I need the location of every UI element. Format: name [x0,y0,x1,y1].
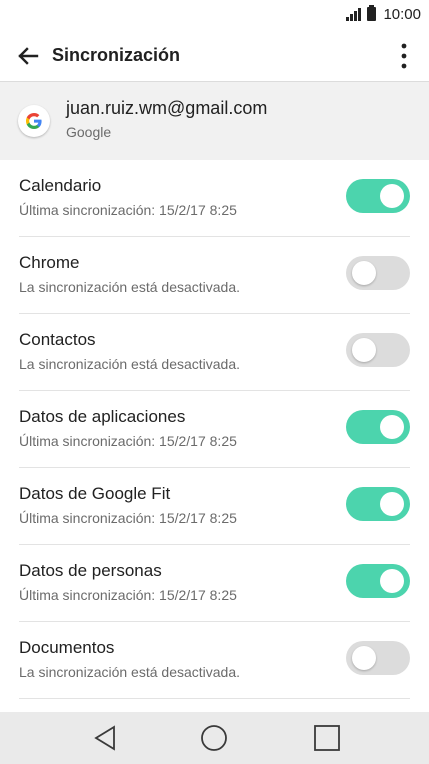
page-title: Sincronización [52,45,181,65]
sync-item-status: Última sincronización: 15/2/17 8:25 [19,587,237,603]
toggle-knob [352,646,376,670]
sync-list: Calendario Última sincronización: 15/2/1… [0,160,429,699]
sync-toggle[interactable] [346,179,410,213]
toggle-knob [380,415,404,439]
toggle-knob [352,261,376,285]
square-recents-icon [314,725,340,751]
sync-item-status: La sincronización está desactivada. [19,279,241,295]
triangle-back-icon [94,725,115,751]
sync-item-documentos[interactable]: Documentos La sincronización está desact… [19,622,410,699]
sync-item-title: Chrome [19,253,80,272]
toggle-knob [380,569,404,593]
sync-item-chrome[interactable]: Chrome La sincronización está desactivad… [19,237,410,314]
toggle-knob [352,338,376,362]
sync-item-status: La sincronización está desactivada. [19,356,241,372]
sync-item-datos-aplicaciones[interactable]: Datos de aplicaciones Última sincronizac… [19,391,410,468]
google-logo-icon [18,105,50,137]
status-bar: 10:00 [0,0,429,28]
sync-item-datos-personas[interactable]: Datos de personas Última sincronización:… [19,545,410,622]
sync-item-status: Última sincronización: 15/2/17 8:25 [19,202,237,218]
toggle-knob [380,492,404,516]
sync-item-status: Última sincronización: 15/2/17 8:25 [19,433,237,449]
nav-home-button[interactable] [196,720,232,756]
nav-back-button[interactable] [88,720,124,756]
more-vertical-icon [401,43,407,69]
arrow-left-icon [18,47,39,65]
sync-item-status: La sincronización está desactivada. [19,664,241,680]
nav-recents-button[interactable] [309,720,345,756]
battery-icon [367,5,377,21]
sync-toggle[interactable] [346,487,410,521]
sync-item-title: Calendario [19,176,102,195]
sync-item-title: Datos de Google Fit [19,484,171,503]
signal-icon [346,7,362,21]
sync-item-status: Última sincronización: 15/2/17 8:25 [19,510,237,526]
account-email: juan.ruiz.wm@gmail.com [66,98,268,118]
app-bar: Sincronización [0,28,429,82]
account-header: juan.ruiz.wm@gmail.com Google [0,82,429,160]
sync-item-calendario[interactable]: Calendario Última sincronización: 15/2/1… [19,160,410,237]
overflow-menu-button[interactable] [389,38,419,74]
navigation-bar [0,712,429,764]
sync-toggle[interactable] [346,564,410,598]
sync-item-title: Documentos [19,638,115,657]
back-button[interactable] [10,38,46,74]
sync-item-title: Contactos [19,330,96,349]
sync-item-contactos[interactable]: Contactos La sincronización está desacti… [19,314,410,391]
status-time: 10:00 [383,5,421,23]
sync-toggle[interactable] [346,333,410,367]
sync-toggle[interactable] [346,410,410,444]
circle-home-icon [201,725,227,751]
toggle-knob [380,184,404,208]
sync-item-title: Datos de aplicaciones [19,407,186,426]
sync-toggle[interactable] [346,256,410,290]
sync-item-title: Datos de personas [19,561,162,580]
status-icons: 10:00 [346,5,421,23]
sync-toggle[interactable] [346,641,410,675]
account-type: Google [66,124,112,140]
sync-item-datos-google-fit[interactable]: Datos de Google Fit Última sincronizació… [19,468,410,545]
